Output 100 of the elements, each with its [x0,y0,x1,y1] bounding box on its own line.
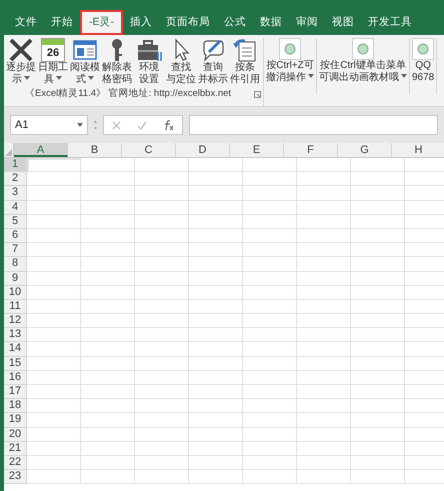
grid-cell[interactable] [81,399,135,414]
ribbon-tab[interactable]: 数据 [253,10,289,35]
grid-cell[interactable] [27,456,81,470]
grid-cell[interactable] [81,470,135,484]
grid-cell[interactable] [135,200,189,215]
grid-cell[interactable] [27,158,81,172]
grid-cell[interactable] [243,257,297,272]
grid-cell[interactable] [297,342,351,357]
check-icon[interactable] [137,120,147,130]
grid-cell[interactable] [27,172,81,186]
dialog-launcher-icon[interactable] [254,90,261,98]
row-header[interactable]: 4 [4,200,27,215]
grid-cell[interactable] [351,370,405,385]
column-header[interactable]: G [338,143,392,157]
grid-cell[interactable] [351,286,405,300]
grid-cell[interactable] [297,172,351,186]
grid-cell[interactable] [243,456,297,470]
row-header[interactable]: 12 [4,314,27,328]
grid-cell[interactable] [189,172,243,186]
row-header[interactable]: 20 [4,428,27,442]
grid-cell[interactable] [297,214,351,229]
grid-cell[interactable] [297,200,351,215]
grid-cell[interactable] [135,342,189,357]
grid-cell[interactable] [27,186,81,201]
grid-cell[interactable] [81,300,135,314]
ribbon-circle-button[interactable]: QQ 9678 [410,38,438,94]
grid-cell[interactable] [243,442,297,456]
grid-cell[interactable] [351,200,405,215]
row-header[interactable]: 2 [4,172,27,186]
grid-cell[interactable] [27,257,81,272]
grid-cell[interactable] [351,413,405,428]
row-header[interactable]: 21 [4,442,27,456]
column-header[interactable]: H [392,143,444,157]
grid-cell[interactable] [243,370,297,385]
grid-cell[interactable] [351,399,405,414]
grid-cell[interactable] [135,172,189,186]
grid-cell[interactable] [81,286,135,300]
grid-cell[interactable] [351,385,405,400]
row-header[interactable]: 3 [4,186,27,201]
ribbon-tab[interactable]: 审阅 [289,10,325,35]
function-icon[interactable] [163,120,174,130]
grid-cell[interactable] [27,342,81,357]
row-header[interactable]: 15 [4,356,27,371]
grid-cell[interactable] [27,370,81,385]
grid-cell[interactable] [27,356,81,371]
row-header[interactable]: 11 [4,300,27,314]
grid-cell[interactable] [27,428,81,442]
grid-cell[interactable] [81,243,135,258]
column-header[interactable]: C [122,143,176,157]
grid-cell[interactable] [243,385,297,400]
ribbon-tool-button[interactable]: 26 日期工 具 [37,38,69,86]
grid-cell[interactable] [351,243,405,258]
grid-cell[interactable] [189,228,243,244]
grid-cell[interactable] [351,328,405,342]
row-header[interactable]: 18 [4,399,27,414]
grid-cell[interactable] [351,314,405,328]
row-header[interactable]: 9 [4,272,27,286]
grid-cell[interactable] [243,158,297,172]
grid-cell[interactable] [297,428,351,442]
ribbon-tab[interactable]: 文件 [8,10,44,35]
grid-cell[interactable] [27,272,81,286]
grid-cell[interactable] [27,214,81,229]
grid-cell[interactable] [27,413,81,428]
grid-cell[interactable] [135,158,189,172]
grid-cell[interactable] [189,257,243,272]
grid-cell[interactable] [351,300,405,314]
row-header[interactable]: 13 [4,328,27,342]
ribbon-tab[interactable]: 插入 [123,10,159,35]
grid-cell[interactable] [189,328,243,342]
grid-cell[interactable] [189,186,243,201]
grid-cell[interactable] [189,286,243,300]
grid-cell[interactable] [27,314,81,328]
grid-cell[interactable] [243,314,297,328]
column-header[interactable]: E [230,143,284,157]
grid-cell[interactable] [189,370,243,385]
ribbon-tool-button[interactable]: 阅读模 式 [69,38,101,86]
grid-cell[interactable] [81,413,135,428]
grid-cell[interactable] [135,428,189,442]
grid-cell[interactable] [135,243,189,258]
grid-cell[interactable] [189,413,243,428]
grid-cell[interactable] [243,300,297,314]
grid-cell[interactable] [189,314,243,328]
ribbon-tab[interactable]: 开发工具 [361,10,419,35]
grid-cell[interactable] [297,186,351,201]
grid-cell[interactable] [81,200,135,215]
grid-cell[interactable] [297,286,351,300]
grid-cell[interactable] [135,214,189,229]
grid-cell[interactable] [135,314,189,328]
grid-cell[interactable] [135,399,189,414]
grid-cell[interactable] [27,399,81,414]
grid-cell[interactable] [81,428,135,442]
grid-cell[interactable] [135,413,189,428]
grid-cell[interactable] [243,200,297,215]
ribbon-tool-button[interactable]: 环境 设置 [133,38,165,86]
grid-cell[interactable] [351,456,405,470]
ribbon-tab[interactable]: 公式 [217,10,253,35]
grid-cell[interactable] [297,442,351,456]
grid-cell[interactable] [297,300,351,314]
grid-cell[interactable] [351,214,405,229]
grid-cell[interactable] [297,456,351,470]
